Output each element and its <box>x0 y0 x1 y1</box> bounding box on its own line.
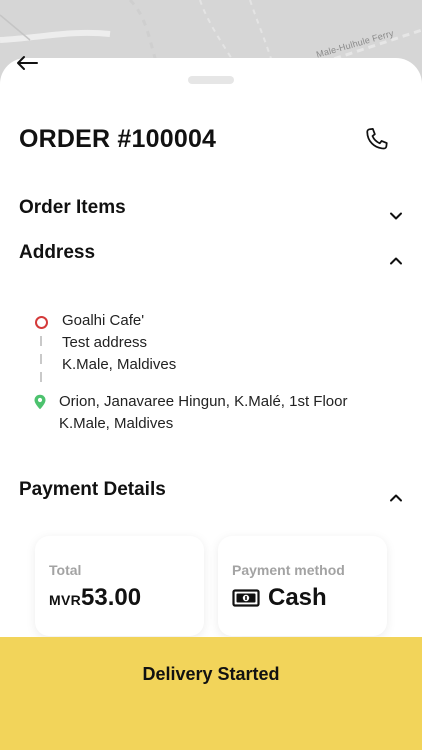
call-button[interactable] <box>362 126 390 154</box>
dropoff-address-line2: K.Male, Maldives <box>59 415 174 432</box>
payment-method-value: Cash <box>268 584 327 611</box>
payment-method-label: Payment method <box>232 562 345 578</box>
delivery-route: Goalhi Cafe' Test address K.Male, Maldiv… <box>33 312 393 442</box>
total-label: Total <box>49 562 82 578</box>
payment-method-card: Payment method Cash <box>218 536 387 636</box>
route-dash <box>40 336 42 346</box>
delivery-status-button[interactable]: Delivery Started <box>0 637 422 750</box>
phone-icon <box>366 128 388 150</box>
address-header[interactable]: Address <box>19 242 95 264</box>
pickup-name: Goalhi Cafe' <box>62 312 145 329</box>
chevron-down-icon[interactable] <box>386 206 406 226</box>
arrow-left-icon <box>17 56 38 70</box>
currency-code: MVR <box>49 592 82 608</box>
chevron-up-icon[interactable] <box>386 488 406 508</box>
sheet-drag-handle[interactable] <box>188 76 234 84</box>
delivery-status-label: Delivery Started <box>142 664 280 684</box>
location-pin-icon <box>34 394 46 410</box>
total-amount: MVR53.00 <box>49 584 141 612</box>
dropoff-address-line1: Orion, Janavaree Hingun, K.Malé, 1st Flo… <box>59 393 348 410</box>
route-dash <box>40 372 42 382</box>
amount-value: 53.00 <box>81 584 142 611</box>
banknote-icon <box>232 589 260 607</box>
chevron-up-icon[interactable] <box>386 251 406 271</box>
total-card: Total MVR53.00 <box>35 536 204 636</box>
circle-marker-icon <box>35 316 48 329</box>
back-button[interactable] <box>12 48 42 78</box>
pickup-address-line2: K.Male, Maldives <box>62 356 177 373</box>
pickup-address-line1: Test address <box>62 334 148 351</box>
payment-details-header[interactable]: Payment Details <box>19 479 166 501</box>
route-dash <box>40 354 42 364</box>
order-title: ORDER #100004 <box>19 125 217 153</box>
payment-method: Cash <box>232 584 327 612</box>
order-items-header[interactable]: Order Items <box>19 197 126 219</box>
